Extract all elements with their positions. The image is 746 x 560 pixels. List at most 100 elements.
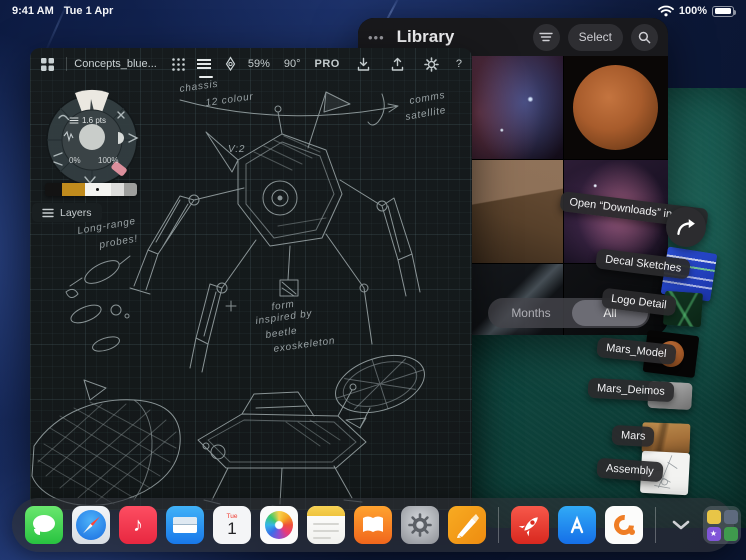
photo-thumbnail-mars[interactable] (564, 56, 668, 159)
ipad-screen: 9:41 AM Tue 1 Apr 100% ••• Library Selec… (0, 0, 746, 560)
zoom-level[interactable]: 59% (248, 58, 270, 70)
app-library-mini-green (723, 526, 738, 541)
search-icon (638, 31, 651, 43)
more-options-button[interactable]: ••• (368, 30, 385, 45)
color-swatch-lightgray[interactable] (111, 183, 124, 196)
concepts-toolbar: Concepts_blue... 59% 90° PRO ? (30, 48, 472, 80)
chevron-down-icon (672, 520, 690, 530)
stroke-size-value[interactable]: 1.6 pts (82, 116, 106, 125)
module-sketch (31, 379, 181, 506)
annotation-comms-line2: satellite (405, 105, 447, 123)
music-note-icon: ♪ (133, 513, 143, 536)
app-c-logo[interactable] (605, 506, 643, 544)
dock-divider (655, 507, 656, 543)
c-ring-icon (609, 510, 639, 540)
app-calendar[interactable]: Tue 1 (213, 506, 251, 544)
toolbar-divider (65, 57, 67, 71)
app-settings[interactable] (401, 506, 439, 544)
pod-sketches (65, 255, 131, 352)
notes-line (313, 523, 339, 525)
tool-wheel-center[interactable] (79, 124, 105, 150)
photos-window-title: Library (396, 27, 455, 46)
app-safari[interactable] (72, 506, 110, 544)
settings-gear-icon (408, 513, 432, 537)
rocket-icon (518, 517, 538, 537)
annotation-marks (179, 93, 399, 312)
rotation-value[interactable]: 90° (284, 58, 301, 70)
dock-divider (498, 507, 499, 543)
drag-label-mars[interactable]: Mars (611, 424, 655, 448)
app-mail[interactable] (166, 506, 204, 544)
app-notes[interactable] (307, 506, 345, 544)
pro-badge[interactable]: PRO (315, 58, 340, 70)
document-title[interactable]: Concepts_blue... (74, 58, 157, 70)
dock-collapse-button[interactable] (668, 520, 694, 530)
app-photos[interactable] (260, 506, 298, 544)
mail-envelope-icon (173, 517, 197, 533)
settings-gear-button[interactable] (422, 54, 442, 74)
color-swatch-gold[interactable] (62, 183, 85, 196)
precision-grid-button[interactable] (171, 54, 187, 74)
dock: ♪ Tue 1 ★ (12, 498, 741, 552)
search-button[interactable] (631, 23, 658, 51)
status-time: 9:41 AM (12, 5, 54, 17)
app-rocket[interactable] (511, 506, 549, 544)
wifi-icon (657, 5, 674, 17)
status-bar: 9:41 AM Tue 1 Apr 100% (0, 0, 746, 22)
app-store-a-icon (570, 515, 584, 534)
active-view-indicator (199, 76, 214, 78)
annotation-chassis-line1: chassis (179, 79, 219, 95)
tool-wheel[interactable]: 1.6 pts 0% 100% (36, 82, 148, 194)
app-concepts[interactable] (448, 506, 486, 544)
app-library-mini-yellow (706, 509, 721, 524)
help-button[interactable]: ? (456, 58, 462, 70)
battery-icon (712, 5, 736, 17)
annotation-comms-line1: comms (409, 90, 447, 107)
color-swatch-white-selected[interactable] (85, 183, 111, 196)
annotation-beetle-line3: beetle (265, 326, 298, 341)
app-library-mini-slate (723, 509, 738, 524)
app-app-store[interactable] (558, 506, 596, 544)
share-button[interactable] (666, 207, 706, 247)
pen-settings-button[interactable] (222, 54, 238, 74)
import-button[interactable] (354, 54, 374, 74)
select-button[interactable]: Select (567, 23, 623, 51)
color-swatch-black[interactable] (45, 183, 62, 196)
opacity-max-label: 100% (98, 156, 118, 165)
layers-lines-icon (42, 208, 54, 217)
mars-globe (573, 65, 658, 150)
app-library-mini-purple: ★ (706, 526, 721, 541)
pen-blade-icon (457, 514, 479, 538)
photo-thumbnail-desert[interactable] (461, 160, 563, 263)
app-books[interactable] (354, 506, 392, 544)
notes-header-strip (307, 506, 345, 516)
app-messages[interactable] (25, 506, 63, 544)
workspace-grid-button[interactable] (40, 54, 56, 74)
color-palette (45, 183, 137, 196)
status-date: Tue 1 Apr (63, 5, 114, 17)
battery-percent: 100% (678, 5, 707, 17)
open-book-icon (363, 516, 383, 532)
layers-button[interactable]: Layers (32, 203, 102, 222)
app-library[interactable]: ★ (703, 506, 741, 544)
forward-arrow-icon (677, 219, 695, 236)
annotation-probes-line2: probes! (98, 233, 139, 251)
opacity-min-label: 0% (69, 156, 81, 165)
segment-months[interactable]: Months (490, 306, 572, 320)
view-options-button[interactable] (532, 23, 560, 51)
concepts-app-window: chassis 12 colour comms satellite V:2 Lo… (30, 48, 472, 510)
export-button[interactable] (388, 54, 408, 74)
selected-color-dot (96, 188, 99, 191)
color-swatch-gray[interactable] (124, 183, 137, 196)
layers-button-label: Layers (60, 206, 92, 219)
rover-sketch (197, 354, 425, 509)
list-lines-icon (539, 32, 553, 42)
app-music[interactable]: ♪ (119, 506, 157, 544)
annotation-chassis-line2: 12 colour (205, 91, 254, 109)
photo-thumbnail-nebula[interactable] (461, 56, 563, 159)
calendar-day: 1 (227, 519, 237, 538)
layers-view-button[interactable] (196, 54, 214, 78)
c-dot-icon (629, 529, 635, 535)
annotation-version: V:2 (228, 144, 245, 155)
photos-flower-icon (265, 511, 293, 539)
